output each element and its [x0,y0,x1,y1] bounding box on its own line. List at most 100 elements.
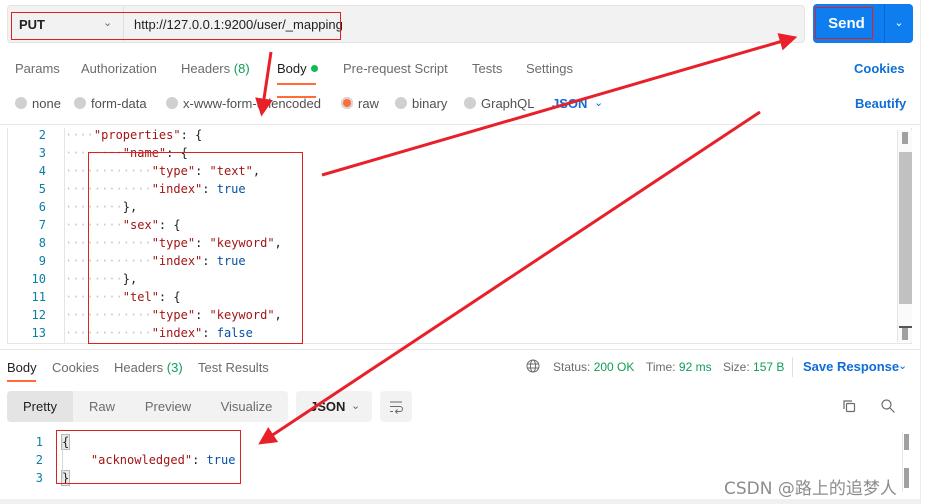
line-number: 13 [31,326,46,340]
section-divider [0,349,920,350]
size-readout: Size: 157 B [723,360,784,374]
resp-tab-cookies[interactable]: Cookies [52,360,99,375]
line-number: 3 [38,146,46,160]
section-divider [0,124,920,125]
radio-dot-icon [395,97,407,109]
tab-label: Headers [114,360,164,375]
send-options-chevron-icon[interactable]: ⌄ [885,4,913,43]
line-number: 10 [31,272,46,286]
watermark: CSDN @路上的追梦人 [724,479,897,499]
request-tabs: Params Authorization Headers (8) Body Pr… [0,56,920,98]
chevron-down-icon[interactable]: ⌄ [594,96,603,109]
radio-binary[interactable]: binary [395,96,447,111]
radio-label: form-data [91,96,147,111]
size-value: 157 B [753,360,785,374]
tab-headers[interactable]: Headers (8) [181,61,250,76]
line-number: 2 [35,453,43,467]
scrollbar-track [902,432,903,492]
radio-dot-icon [74,97,86,109]
editor-scrollbar[interactable] [897,130,912,342]
chevron-down-icon: ⌄ [351,400,361,412]
response-scrollbar[interactable] [902,432,910,492]
scrollbar-thumb[interactable] [899,152,912,304]
active-tab-underline [7,380,36,382]
body-format-select[interactable]: JSON [552,96,587,111]
radio-form-data[interactable]: form-data [74,96,147,111]
tab-label: Tests [472,61,503,76]
search-icon[interactable] [880,398,896,414]
tab-label: Authorization [81,61,157,76]
code-text: ····"properties": { [65,128,202,144]
headers-count: (8) [233,61,250,76]
annotation-box-url [11,12,341,40]
tab-settings[interactable]: Settings [526,61,573,76]
time-value: 92 ms [678,360,712,374]
body-type-radios: none form-data x-www-form-urlencoded raw… [0,94,920,116]
line-number: 7 [38,218,46,232]
scroll-up-arrow[interactable] [902,132,908,144]
view-visualize[interactable]: Visualize [205,391,288,422]
view-pretty[interactable]: Pretty [7,391,73,422]
status-readout: Status: 200 OK [553,360,634,374]
response-format-label: JSON [310,399,346,414]
tab-label: Settings [526,61,573,76]
copy-icon[interactable] [841,398,857,414]
cookies-link[interactable]: Cookies [854,61,905,76]
radio-dot-icon [166,97,178,109]
resp-tab-test-results[interactable]: Test Results [198,360,269,375]
response-format-select[interactable]: JSON ⌄ [296,391,372,422]
line-number: 6 [38,200,46,214]
annotation-box-response [56,430,241,484]
tab-label: Pre-request Script [343,61,448,76]
radio-label: binary [412,96,448,111]
line-number: 11 [31,290,46,304]
radio-graphql[interactable]: GraphQL [464,96,534,111]
radio-label: none [32,96,61,111]
radio-x-www-form-urlencoded[interactable]: x-www-form-urlencoded [166,96,321,111]
whitespace-dots: ···· [65,128,94,142]
time-readout: Time: 92 ms [646,360,712,374]
code-line: 2 ····"properties": { [8,128,898,144]
beautify-link[interactable]: Beautify [855,96,906,111]
code-token: : { [180,128,203,142]
view-preview[interactable]: Preview [131,391,205,422]
line-number: 3 [35,471,43,485]
radio-label: GraphQL [481,96,535,111]
wrap-lines-button[interactable] [380,391,412,422]
line-number: 1 [35,435,43,449]
tab-pre-request-script[interactable]: Pre-request Script [343,61,448,76]
view-mode-group: Pretty Raw Preview Visualize [7,391,288,422]
headers-count: (3) [166,360,183,375]
right-divider [920,0,921,504]
size-label: Size: [723,360,750,374]
tab-params[interactable]: Params [15,61,60,76]
line-number: 2 [38,128,46,142]
radio-raw[interactable]: raw [341,96,379,111]
annotation-box-mapping [88,152,303,344]
tab-label: Headers [181,61,231,76]
scroll-down-arrow[interactable] [904,468,909,488]
resp-tab-headers[interactable]: Headers (3) [114,360,183,375]
annotation-box-send [815,7,873,39]
chevron-down-icon[interactable]: ⌄ [898,359,907,372]
tab-tests[interactable]: Tests [472,61,502,76]
status-separator [792,357,793,377]
globe-icon[interactable] [526,359,540,373]
line-number: 12 [31,308,46,322]
line-number: 9 [38,254,46,268]
save-response-button[interactable]: Save Response [803,359,899,374]
tab-authorization[interactable]: Authorization [81,61,157,76]
status-label: Status: [553,360,591,374]
body-modified-dot-icon [310,65,318,72]
time-label: Time: [646,360,676,374]
scroll-down-arrow[interactable] [902,328,908,340]
radio-dot-icon [15,97,27,109]
resp-tab-body[interactable]: Body [7,360,37,375]
radio-label: raw [358,96,379,111]
tab-body[interactable]: Body [277,61,318,76]
scroll-up-arrow[interactable] [904,434,909,450]
line-number: 8 [38,236,46,250]
line-number: 5 [38,182,46,196]
radio-none[interactable]: none [15,96,61,111]
view-raw[interactable]: Raw [73,391,131,422]
